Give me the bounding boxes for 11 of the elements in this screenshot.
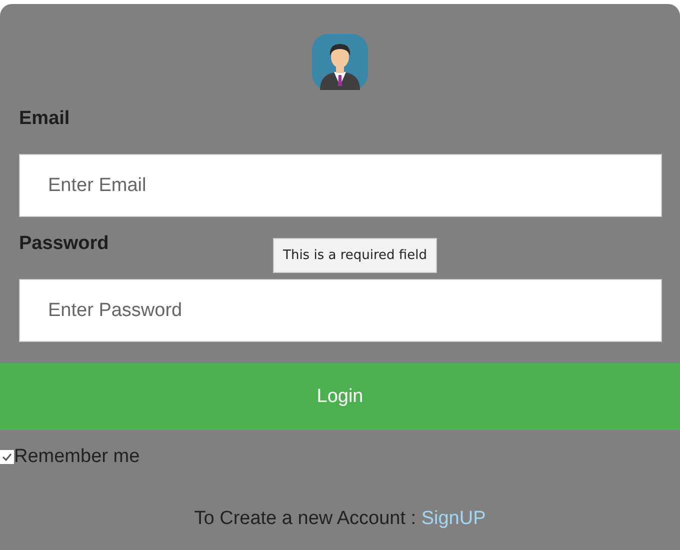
tooltip: This is a required field <box>273 238 437 273</box>
signup-prompt: To Create a new Account : <box>194 508 418 529</box>
email-field[interactable]: Enter Email <box>19 154 662 217</box>
remember-label: Remember me <box>14 446 140 468</box>
email-label: Email <box>19 108 70 130</box>
login-button[interactable]: Login <box>0 363 680 430</box>
signup-link[interactable]: SignUP <box>421 508 486 529</box>
avatar-icon <box>312 34 368 90</box>
password-field[interactable]: Enter Password <box>19 279 662 342</box>
remember-checkbox[interactable] <box>0 450 14 464</box>
password-label: Password <box>19 233 109 255</box>
